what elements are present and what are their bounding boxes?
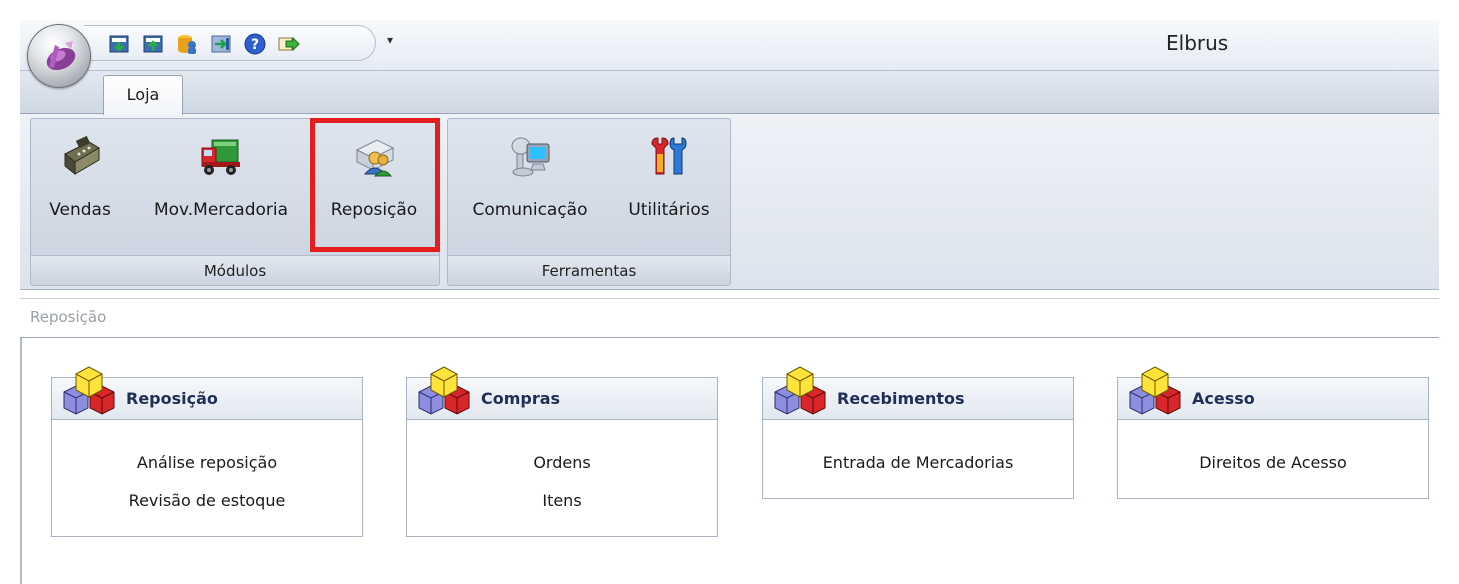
cubes-icon: [774, 366, 826, 415]
link-itens[interactable]: Itens: [407, 482, 717, 520]
ribbon-button-reposicao[interactable]: Reposição: [318, 124, 430, 236]
panel-title: Recebimentos: [837, 389, 965, 408]
upload-icon[interactable]: [142, 33, 164, 55]
network-computer-icon: [511, 137, 550, 177]
panel-title: Acesso: [1192, 389, 1255, 408]
ribbon-button-label: Mov.Mercadoria: [153, 200, 289, 220]
panel-compras: Compras Ordens Itens: [406, 366, 718, 537]
cubes-icon: [418, 366, 470, 415]
content-header: Reposição: [20, 298, 1439, 338]
panel-recebimentos: Recebimentos Entrada de Mercadorias: [762, 366, 1074, 499]
ribbon-button-vendas[interactable]: Vendas: [38, 124, 122, 236]
ribbon-button-mov-mercadoria[interactable]: Mov.Mercadoria: [136, 124, 306, 236]
cubes-icon: [1129, 366, 1181, 415]
tools-icon: [651, 137, 687, 175]
forward-icon[interactable]: [278, 33, 300, 55]
link-analise-reposicao[interactable]: Análise reposição: [52, 444, 362, 482]
ribbon-button-label: Utilitários: [628, 200, 710, 220]
download-icon[interactable]: [108, 33, 130, 55]
cubes-icon: [63, 366, 115, 415]
panel-acesso: Acesso Direitos de Acesso: [1117, 366, 1429, 499]
svg-text:?: ?: [251, 37, 259, 53]
panel-header: Compras: [407, 366, 717, 420]
link-entrada-mercadorias[interactable]: Entrada de Mercadorias: [763, 444, 1073, 482]
ribbon-button-label: Comunicação: [472, 200, 588, 220]
link-ordens[interactable]: Ordens: [407, 444, 717, 482]
qat-dropdown-icon[interactable]: ▾: [383, 30, 397, 50]
ribbon-tab-strip: [20, 70, 1439, 114]
panel-body: Direitos de Acesso: [1118, 420, 1428, 498]
cash-register-icon: [64, 135, 100, 176]
panel-reposicao: Reposição Análise reposição Revisão de e…: [51, 366, 363, 537]
panel-header: Recebimentos: [763, 366, 1073, 420]
ribbon-button-comunicacao[interactable]: Comunicação: [456, 124, 604, 236]
truck-icon: [201, 139, 240, 175]
content-title: Reposição: [30, 308, 107, 326]
window-title: Elbrus: [1166, 31, 1229, 55]
link-revisao-estoque[interactable]: Revisão de estoque: [52, 482, 362, 520]
export-icon[interactable]: [210, 33, 232, 55]
panel-title: Compras: [481, 389, 561, 408]
database-user-icon[interactable]: [176, 33, 198, 55]
tab-loja[interactable]: Loja: [103, 75, 183, 115]
help-icon[interactable]: ?: [244, 33, 266, 55]
app-logo-icon: [46, 41, 76, 71]
application-menu-button[interactable]: [27, 24, 91, 88]
ribbon-button-utilitarios[interactable]: Utilitários: [614, 124, 724, 236]
panel-title: Reposição: [126, 389, 218, 408]
ribbon-button-label: Vendas: [49, 200, 111, 220]
panel-body: Ordens Itens: [407, 420, 717, 536]
link-direitos-acesso[interactable]: Direitos de Acesso: [1118, 444, 1428, 482]
panel-body: Análise reposição Revisão de estoque: [52, 420, 362, 536]
panel-header: Acesso: [1118, 366, 1428, 420]
ribbon-button-label: Reposição: [330, 200, 418, 220]
panel-header: Reposição: [52, 366, 362, 420]
panel-body: Entrada de Mercadorias: [763, 420, 1073, 498]
group-label-modulos: Módulos: [31, 255, 439, 285]
restock-user-icon: [355, 139, 395, 177]
group-label-ferramentas: Ferramentas: [448, 255, 730, 285]
quick-access-toolbar: ?: [84, 25, 376, 61]
